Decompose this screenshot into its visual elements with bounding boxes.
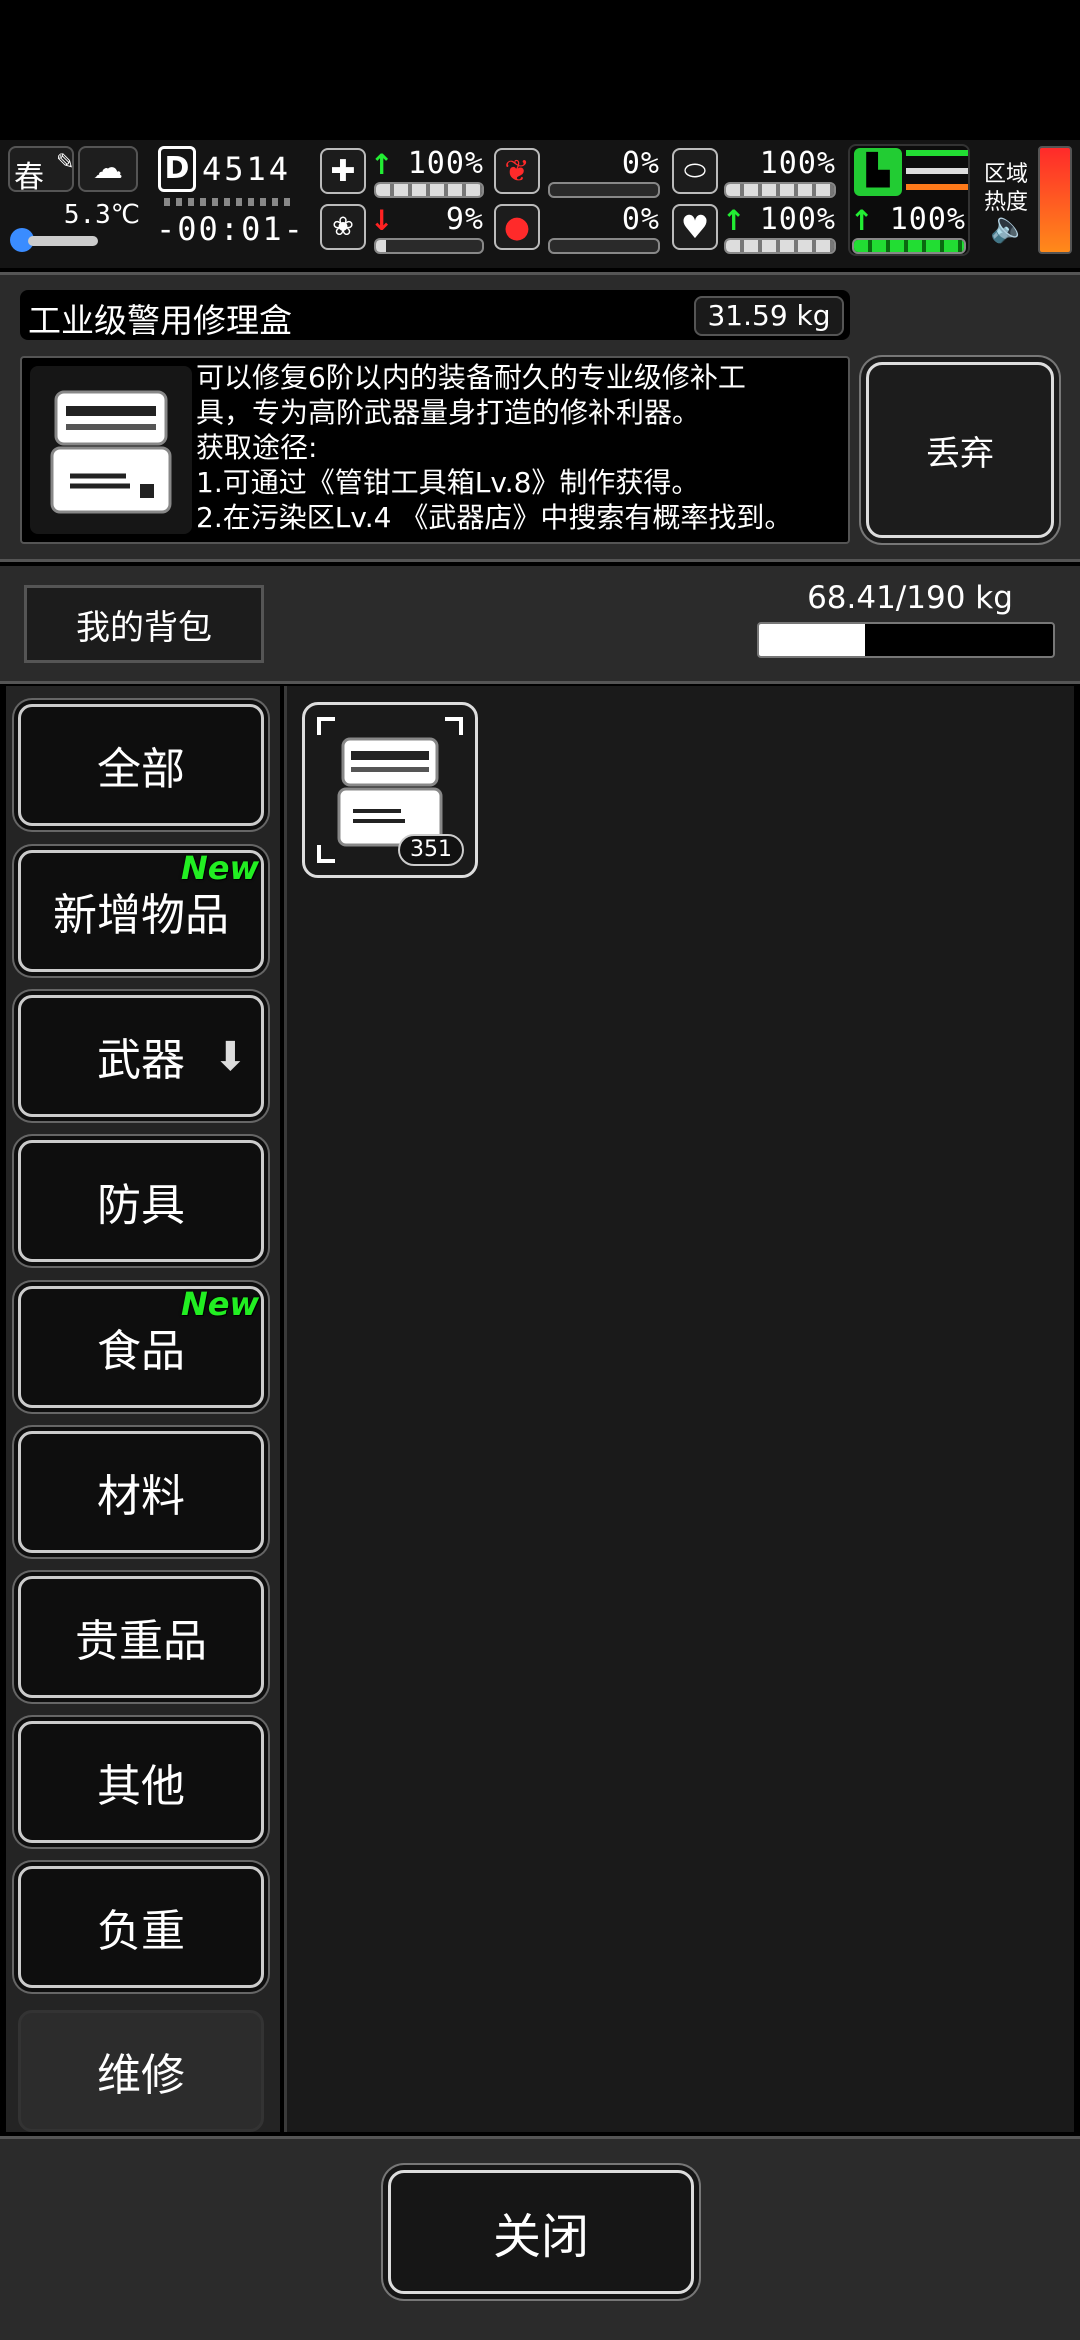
arrow-down-icon: ⬇ — [213, 1034, 247, 1080]
hunger-percent: 0% — [621, 146, 660, 181]
description-line: 2.在污染区Lv.4 《武器店》中搜索有概率找到。 — [196, 501, 793, 534]
category-label: 食品 — [97, 1326, 185, 1377]
toolbox-icon — [30, 366, 192, 534]
item-weight: 31.59 kg — [694, 296, 844, 336]
toolbox-icon-svg — [50, 390, 172, 514]
my-bag-button[interactable]: 我的背包 — [24, 585, 264, 663]
speed-bar-fill — [854, 240, 964, 252]
description-line: 获取途径: — [196, 431, 318, 464]
heart-percent: 100% — [759, 202, 836, 237]
stamina-bar — [724, 182, 836, 198]
zone-heat-gauge — [1038, 146, 1072, 254]
temperature-readout: 5.3℃ — [63, 200, 140, 230]
thermometer-track — [28, 236, 98, 246]
day-box: D 4514 — [158, 146, 298, 194]
category-label: 贵重品 — [75, 1616, 207, 1667]
category-label: 全部 — [97, 744, 185, 795]
new-badge: New — [180, 849, 259, 887]
item-grid — [284, 686, 1074, 2132]
day-d-icon: D — [158, 146, 196, 192]
category-label: 武器 — [97, 1035, 185, 1086]
category-food[interactable]: 食品 New — [18, 1285, 264, 1408]
thirst-percent: 0% — [621, 202, 660, 237]
category-label: 新增物品 — [53, 890, 229, 941]
bag-weight-text: 68.41/190 kg — [807, 580, 1013, 616]
stamina-bar-fill — [726, 184, 834, 196]
close-button[interactable]: 关闭 — [388, 2170, 694, 2294]
mood-bar-fill — [376, 240, 386, 252]
medkit-icon: ✚ — [320, 148, 366, 194]
category-valuables[interactable]: 贵重品 — [18, 1576, 264, 1698]
heart-bar — [724, 238, 836, 254]
game-clock: -00:01- — [156, 210, 305, 248]
category-other[interactable]: 其他 — [18, 1721, 264, 1843]
description-line: 1.可通过《管钳工具箱Lv.8》制作获得。 — [196, 466, 700, 499]
description-line: 可以修复6阶以内的装备耐久的专业级修补工 — [196, 361, 746, 394]
category-load[interactable]: 负重 — [18, 1866, 264, 1988]
health-bar — [374, 182, 484, 198]
bag-weight-bar — [757, 622, 1055, 658]
category-new-items[interactable]: 新增物品 New — [18, 849, 264, 972]
mood-percent: 9% — [445, 202, 484, 237]
stomach-icon: ❦ — [494, 148, 540, 194]
item-name: 工业级警用修理盒 — [28, 301, 292, 340]
season-label: 春 — [14, 160, 44, 195]
item-description: 可以修复6阶以内的装备耐久的专业级修补工 具，专为高阶武器量身打造的修补利器。 … — [196, 360, 846, 535]
water-drop-icon: ● — [494, 204, 540, 250]
description-line: 具，专为高阶武器量身打造的修补利器。 — [196, 396, 701, 429]
drop-button[interactable]: 丢弃 — [866, 362, 1054, 538]
speed-stripes-icon — [906, 150, 968, 194]
category-materials[interactable]: 材料 — [18, 1431, 264, 1553]
category-weapons[interactable]: 武器 ⬇ — [18, 995, 264, 1117]
category-label: 维修 — [97, 2050, 185, 2101]
thirst-bar — [548, 238, 660, 254]
speed-percent: 100% — [889, 202, 966, 237]
speed-bar — [852, 238, 966, 254]
new-badge: New — [180, 1285, 259, 1323]
feather-icon: ✎ — [56, 150, 75, 175]
health-bar-fill — [376, 184, 482, 196]
bag-weight-fill — [759, 624, 865, 656]
category-repair[interactable]: 维修 — [18, 2010, 264, 2132]
pill-icon: ⬭ — [672, 148, 718, 194]
season-box: 春 ✎ — [8, 146, 75, 195]
weather-cloud-icon: ☁ — [78, 146, 138, 192]
brain-icon: ❀ — [320, 204, 366, 250]
item-slot-count: 351 — [398, 834, 464, 866]
heart-bar-fill — [726, 240, 834, 252]
category-label: 其他 — [97, 1761, 185, 1812]
category-all[interactable]: 全部 — [18, 704, 264, 826]
heart-icon: ♥ — [672, 204, 718, 250]
mood-bar — [374, 238, 484, 254]
speaker-icon[interactable]: 🔈 — [990, 210, 1027, 245]
category-label: 负重 — [97, 1906, 185, 1957]
hunger-bar — [548, 182, 660, 198]
category-label: 材料 — [97, 1471, 185, 1522]
boot-icon: ▙ — [854, 148, 902, 196]
day-progress-dots — [164, 198, 290, 206]
health-percent: 100% — [407, 146, 484, 181]
stamina-percent: 100% — [759, 146, 836, 181]
day-counter: 4514 — [202, 150, 292, 188]
category-armor[interactable]: 防具 — [18, 1140, 264, 1262]
category-label: 防具 — [97, 1180, 185, 1231]
